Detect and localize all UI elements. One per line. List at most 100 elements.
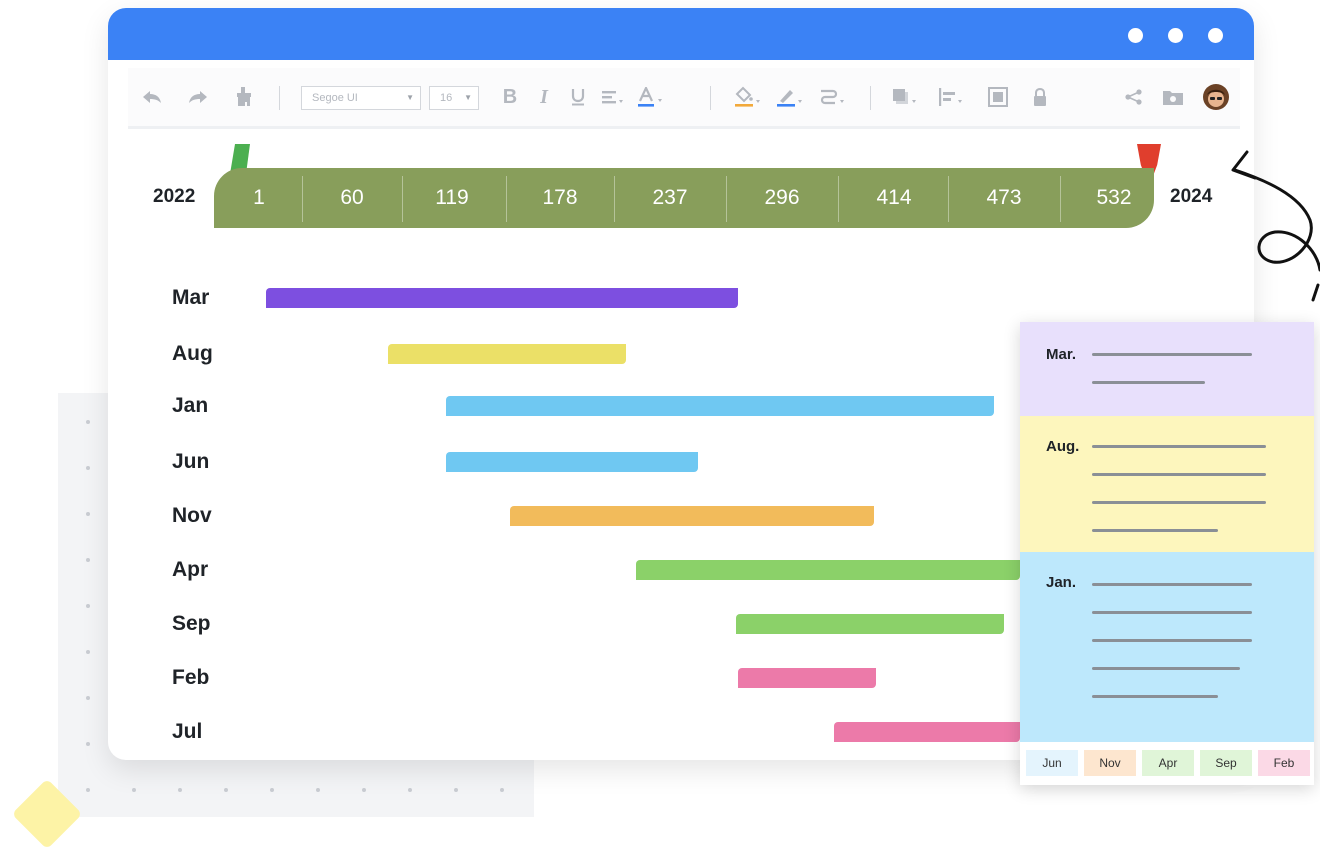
note-placeholder-line (1092, 667, 1240, 670)
note-placeholder-line (1092, 501, 1266, 504)
note-section: Mar. (1020, 322, 1314, 416)
format-painter-icon[interactable] (232, 68, 256, 126)
background-dot (86, 742, 90, 746)
background-dot (86, 696, 90, 700)
note-placeholder-line (1092, 445, 1266, 448)
toolbar-separator (279, 86, 280, 110)
note-tag-chip[interactable]: Sep (1200, 750, 1252, 776)
notes-card: Mar. Aug. Jan. Jun Nov Apr Sep Feb (1020, 322, 1314, 785)
background-dot (132, 788, 136, 792)
note-section-title: Mar. (1046, 346, 1077, 363)
gantt-task-bar[interactable] (510, 506, 874, 526)
shadow-icon[interactable] (890, 68, 920, 126)
note-section: Aug. (1020, 416, 1314, 552)
timeline-tick-label: 60 (340, 186, 364, 209)
gantt-row-label: Feb (172, 666, 210, 689)
timeline-tick-label: 296 (764, 186, 800, 209)
connector-icon[interactable] (818, 68, 848, 126)
gantt-task-bar[interactable] (736, 614, 1004, 634)
gantt-task-bar[interactable] (636, 560, 1020, 580)
background-dot (86, 604, 90, 608)
gantt-task-bar[interactable] (266, 288, 738, 308)
window-dot-1[interactable] (1128, 28, 1143, 43)
timeline-tick-label: 414 (876, 186, 912, 209)
timeline-tick-label: 178 (542, 186, 578, 209)
align-icon[interactable] (600, 68, 626, 126)
note-placeholder-line (1092, 473, 1266, 476)
note-section-title: Jan. (1046, 574, 1077, 591)
background-dot (86, 650, 90, 654)
gantt-row-label: Sep (172, 612, 211, 635)
fill-color-icon[interactable] (732, 68, 764, 126)
line-color-icon[interactable] (774, 68, 806, 126)
italic-icon[interactable]: I (532, 68, 556, 126)
background-dot (454, 788, 458, 792)
timeline-tick-label: 473 (986, 186, 1022, 209)
share-icon[interactable] (1122, 68, 1146, 126)
folder-icon[interactable] (1160, 68, 1186, 126)
background-dot (86, 512, 90, 516)
title-bar (108, 8, 1254, 60)
note-placeholder-line (1092, 583, 1252, 586)
toolbar-separator (870, 86, 871, 110)
font-size-select[interactable]: 16 ▼ (429, 86, 479, 110)
curly-arrow-doodle (1231, 150, 1320, 302)
avatar[interactable] (1202, 68, 1230, 126)
background-dot (316, 788, 320, 792)
font-size-value: 16 (440, 92, 453, 104)
gantt-row-label: Jan (172, 394, 209, 417)
timeline-divider (302, 176, 303, 222)
gantt-task-bar[interactable] (446, 396, 994, 416)
bold-icon[interactable]: B (498, 68, 522, 126)
background-dot (86, 558, 90, 562)
note-placeholder-line (1092, 695, 1218, 698)
timeline-divider (726, 176, 727, 222)
background-dot (224, 788, 228, 792)
end-year: 2024 (1170, 186, 1213, 207)
timeline-divider (838, 176, 839, 222)
gantt-row-label: Apr (172, 558, 209, 581)
note-placeholder-line (1092, 611, 1252, 614)
chevron-down-icon: ▼ (464, 93, 472, 102)
undo-icon[interactable] (140, 68, 164, 126)
gantt-task-bar[interactable] (446, 452, 698, 472)
note-tag-chip[interactable]: Apr (1142, 750, 1194, 776)
redo-icon[interactable] (186, 68, 210, 126)
note-tag-chip[interactable]: Feb (1258, 750, 1310, 776)
window-dot-2[interactable] (1168, 28, 1183, 43)
toolbar: Segoe UI ▼ 16 ▼ B I (128, 68, 1240, 129)
gantt-task-bar[interactable] (834, 722, 1020, 742)
toolbar-separator (710, 86, 711, 110)
timeline-divider (948, 176, 949, 222)
note-tag-chip[interactable]: Jun (1026, 750, 1078, 776)
window-dot-3[interactable] (1208, 28, 1223, 43)
note-placeholder-line (1092, 353, 1252, 356)
note-placeholder-line (1092, 529, 1218, 532)
group-icon[interactable] (986, 68, 1010, 126)
timeline-tick-label: 532 (1096, 186, 1132, 209)
note-section: Jan. (1020, 552, 1314, 742)
timeline-tick-label: 119 (435, 186, 469, 209)
font-family-select[interactable]: Segoe UI ▼ (301, 86, 421, 110)
timeline-tick-label: 237 (652, 186, 688, 209)
start-year: 2022 (153, 186, 196, 207)
timeline-divider (506, 176, 507, 222)
note-section-title: Aug. (1046, 438, 1080, 455)
underline-icon[interactable] (566, 68, 590, 126)
background-dot (178, 788, 182, 792)
font-family-value: Segoe UI (312, 92, 358, 104)
timeline-divider (1060, 176, 1061, 222)
gantt-task-bar[interactable] (738, 668, 876, 688)
font-color-icon[interactable] (636, 68, 666, 126)
background-dot (362, 788, 366, 792)
distribute-icon[interactable] (936, 68, 966, 126)
background-dot (86, 466, 90, 470)
note-tag-chip[interactable]: Nov (1084, 750, 1136, 776)
background-dot (86, 420, 90, 424)
gantt-row-label: Aug (172, 342, 213, 365)
gantt-task-bar[interactable] (388, 344, 626, 364)
gantt-row-label: Nov (172, 504, 212, 527)
gantt-row-label: Jul (172, 720, 203, 743)
lock-icon[interactable] (1028, 68, 1052, 126)
gantt-row-label: Jun (172, 450, 210, 473)
